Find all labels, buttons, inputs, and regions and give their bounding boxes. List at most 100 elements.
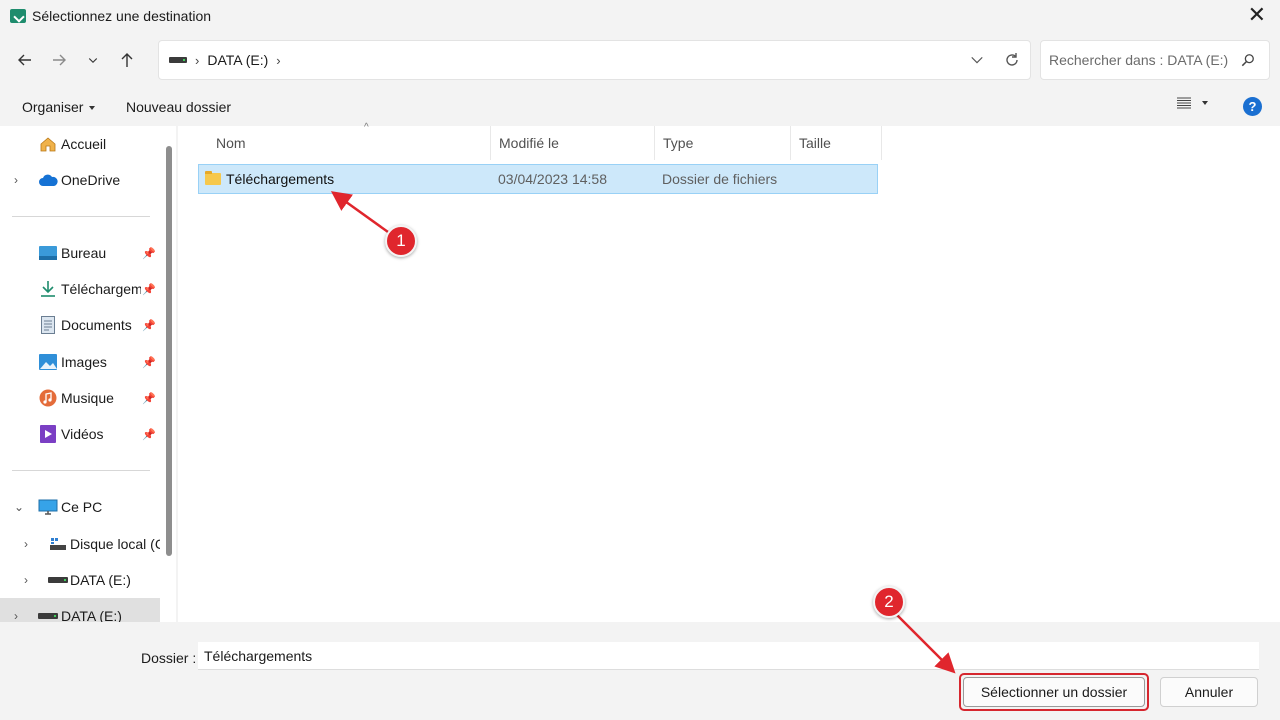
column-header-name[interactable]: ^ Nom [198,122,491,160]
column-header-label: Type [663,135,694,151]
chevron-right-icon[interactable]: › [24,537,34,551]
sidebar-item-label: Accueil [61,136,107,152]
documents-icon [38,315,58,335]
list-view-icon [1177,97,1191,109]
command-bar: Organiser Nouveau dossier ? [0,88,1280,126]
download-icon [38,279,58,299]
recent-locations-button[interactable] [76,43,110,77]
column-header-size[interactable]: Taille [791,126,882,160]
table-row[interactable]: Téléchargements 03/04/2023 14:58 Dossier… [198,164,878,194]
pin-icon[interactable]: 📌 [142,428,156,441]
sidebar-item-label: Musique [61,390,114,406]
pin-icon[interactable]: 📌 [142,319,156,332]
organiser-menu[interactable]: Organiser [22,99,95,115]
up-arrow-icon [121,53,133,67]
column-header-label: Modifié le [499,135,559,151]
folder-icon [205,171,221,185]
address-bar[interactable]: › DATA (E:) › [158,40,1031,80]
sidebar-item-onedrive[interactable]: › OneDrive [0,162,160,198]
pin-icon[interactable]: 📌 [142,356,156,369]
cloud-icon [38,170,58,190]
sidebar-item-label: Disque local (C:) [70,536,160,552]
sidebar-item-telechargements[interactable]: Téléchargements 📌 [0,271,160,307]
sidebar-item-label: Documents [61,317,132,333]
column-header-label: Taille [799,135,831,151]
search-icon[interactable] [1241,53,1255,67]
breadcrumb-separator: › [195,52,200,68]
chevron-right-icon[interactable]: › [14,173,24,187]
chevron-right-icon[interactable]: › [14,609,24,622]
file-type: Dossier de fichiers [662,171,778,187]
back-arrow-icon [18,54,31,66]
address-actions [970,41,1020,79]
sidebar-item-images[interactable]: Images 📌 [0,344,160,380]
pin-icon[interactable]: 📌 [142,283,156,296]
images-icon [38,352,58,372]
navigation-pane: Accueil › OneDrive Bureau 📌 Téléchargeme… [0,126,176,622]
sort-ascending-icon: ^ [364,122,369,133]
drive-c-icon [48,534,68,554]
sidebar-item-label: Vidéos [61,426,104,442]
sidebar-item-disque-local[interactable]: › Disque local (C:) [0,526,160,562]
annotation-badge-1: 1 [385,225,417,257]
sidebar-item-label: Bureau [61,245,107,261]
file-name: Téléchargements [226,171,335,187]
file-modified: 03/04/2023 14:58 [498,171,607,187]
footer-panel: Dossier : Sélectionner un dossier Annule… [0,622,1280,720]
file-list: ^ Nom Modifié le Type Taille Téléchargem… [178,122,1280,622]
column-header-modified[interactable]: Modifié le [491,126,655,160]
pc-icon [38,497,58,517]
videos-icon [38,424,58,444]
sidebar-item-data-e-selected[interactable]: › DATA (E:) [0,598,160,622]
pin-icon[interactable]: 📌 [142,247,156,260]
chevron-down-icon[interactable]: ⌄ [14,500,24,514]
sidebar-item-data-e[interactable]: › DATA (E:) [0,562,160,598]
navigation-bar: › DATA (E:) › [0,32,1280,88]
sidebar-item-label: OneDrive [61,172,121,188]
sidebar-divider [12,216,150,217]
breadcrumb-separator[interactable]: › [276,53,280,68]
close-icon[interactable]: ✕ [1248,4,1266,26]
drive-icon [48,570,68,590]
window-title: Sélectionnez une destination [32,8,212,24]
help-icon[interactable]: ? [1243,97,1262,116]
pin-icon[interactable]: 📌 [142,392,156,405]
sidebar-item-videos[interactable]: Vidéos 📌 [0,416,160,452]
back-button[interactable] [8,43,42,77]
sidebar-item-bureau[interactable]: Bureau 📌 [0,235,160,271]
refresh-icon[interactable] [1004,52,1020,68]
sidebar-item-ce-pc[interactable]: ⌄ Ce PC [0,489,160,525]
new-folder-button[interactable]: Nouveau dossier [126,99,231,115]
view-options-button[interactable] [1176,96,1208,110]
column-header-label: Nom [216,135,246,151]
sidebar-item-label: Ce PC [61,499,103,515]
sidebar-scrollbar-thumb[interactable] [166,146,172,556]
home-icon [38,134,58,154]
column-header-type[interactable]: Type [655,126,791,160]
folder-label: Dossier : [141,650,197,666]
forward-arrow-icon [53,54,66,66]
app-icon [10,9,26,23]
sidebar-item-label: Téléchargements [61,281,141,297]
caret-down-icon [1202,101,1208,105]
breadcrumb-item[interactable]: DATA (E:) [207,52,268,68]
chevron-right-icon[interactable]: › [24,573,34,587]
sidebar-item-musique[interactable]: Musique 📌 [0,380,160,416]
title-bar: Sélectionnez une destination ✕ [0,0,1280,32]
drive-icon [169,57,187,63]
drive-icon [38,606,58,622]
chevron-down-icon [88,58,98,64]
cancel-button[interactable]: Annuler [1160,677,1258,707]
sidebar-item-documents[interactable]: Documents 📌 [0,307,160,343]
folder-name-field[interactable] [198,642,1259,670]
music-icon [38,388,58,408]
search-box[interactable] [1040,40,1270,80]
sidebar-item-label: DATA (E:) [70,572,131,588]
sidebar-divider [12,470,150,471]
search-input[interactable] [1049,52,1229,68]
select-folder-button[interactable]: Sélectionner un dossier [963,677,1145,707]
chevron-down-icon[interactable] [970,53,984,67]
forward-button[interactable] [42,43,76,77]
sidebar-item-accueil[interactable]: Accueil [0,126,160,162]
up-button[interactable] [110,43,144,77]
